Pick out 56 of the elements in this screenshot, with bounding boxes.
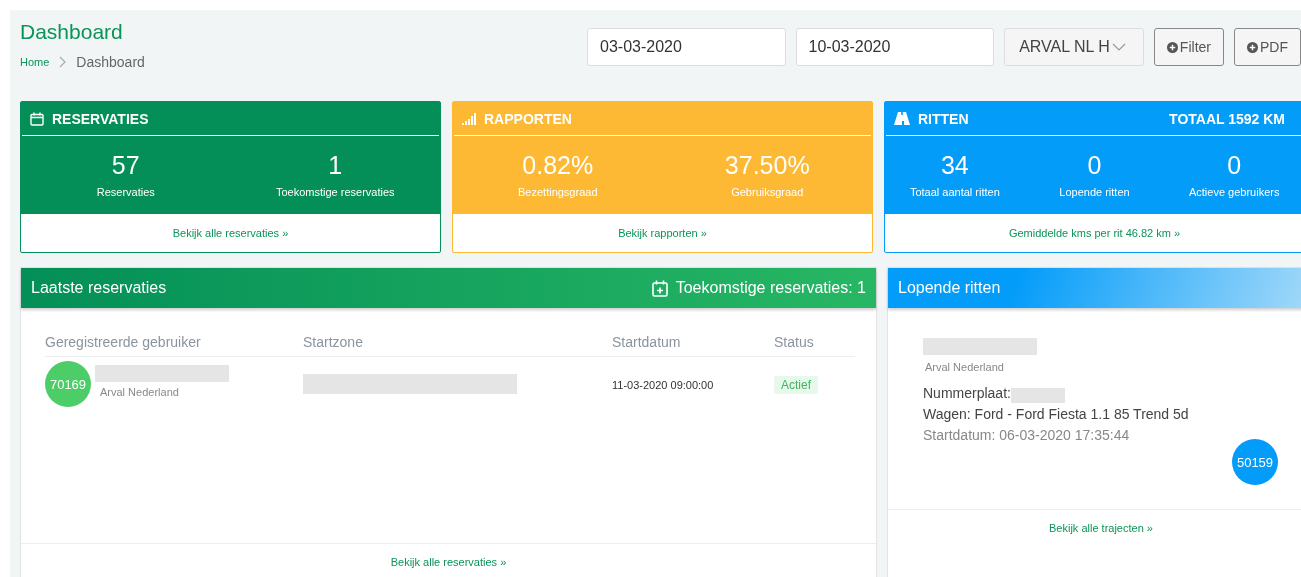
card-total: TOTAAL 1592 KM [1169, 110, 1286, 127]
view-link[interactable]: Bekijk alle reservaties » [390, 556, 507, 577]
column-header: Geregistreerde gebruiker [45, 328, 303, 357]
status-badge: Actief [774, 376, 818, 394]
stat-label: Bezettingsgraad [518, 186, 598, 198]
road-icon [894, 112, 910, 125]
car-model: Wagen: Ford - Ford Fiesta 1.1 85 Trend 5d [923, 406, 1190, 422]
breadcrumb-item[interactable]: Home [20, 56, 50, 68]
redacted-bar [1010, 388, 1065, 403]
future-reservations-count: Toekomstige reservaties: 1 [675, 279, 866, 297]
signal-icon [462, 112, 476, 125]
card-title: RAPPORTEN [484, 110, 572, 127]
stat-label: Gebruiksgraad [731, 186, 804, 198]
view-link[interactable]: Bekijk alle reservaties » [172, 227, 289, 239]
filter-button[interactable]: Filter [1153, 28, 1224, 66]
end-date-field[interactable]: 10-03-2020 [795, 28, 995, 66]
view-link[interactable]: Bekijk rapporten » [618, 227, 707, 239]
company-select[interactable]: ARVAL NL H [1004, 28, 1144, 66]
stat-value: 34 [940, 151, 969, 180]
column-header: Startdatum [612, 328, 774, 357]
view-link[interactable]: Bekijk alle trajecten » [1049, 522, 1153, 577]
table-cell: 11-03-2020 09:00:00 [612, 379, 714, 391]
stat-label: Toekomstige reservaties [275, 186, 395, 198]
stat-value: 0.82% [522, 151, 594, 180]
trip-badge: 50159 [1232, 439, 1278, 485]
stat-label: Reservaties [96, 186, 155, 198]
caret-icon [1111, 43, 1126, 51]
panel-title: Laatste reservaties [31, 279, 167, 297]
company-name: Arval Nederland [99, 386, 180, 398]
plate-label: Nummerplaat: [923, 385, 1011, 401]
stat-label: Totaal aantal ritten [909, 186, 1000, 198]
card-title: RITTEN [918, 110, 969, 127]
stat-value: 0 [1227, 151, 1242, 180]
plus-icon [1247, 41, 1258, 53]
breadcrumb-item: Dashboard [76, 54, 145, 70]
panel-title: Lopende ritten [898, 279, 1001, 297]
company-name: Arval Nederland [924, 361, 1005, 373]
pdf-button[interactable]: PDF [1234, 28, 1301, 66]
stat-value: 37.50% [724, 151, 810, 180]
calendar-plus-icon [651, 279, 668, 297]
column-header: Status [774, 328, 855, 357]
page-title: Dashboard [20, 20, 124, 44]
stat-value: 57 [111, 151, 140, 180]
view-link[interactable]: Gemiddelde kms per rit 46.82 km » [1008, 227, 1181, 239]
user-avatar: 70169 [45, 361, 91, 407]
calendar-icon [30, 111, 44, 126]
start-date-field[interactable]: 03-03-2020 [587, 28, 786, 66]
card-title: RESERVATIES [52, 110, 149, 127]
chevron-icon [59, 56, 67, 68]
stat-label: Actieve gebruikers [1188, 186, 1280, 198]
plus-icon [1166, 41, 1178, 53]
column-header: Startzone [303, 328, 612, 357]
stat-value: 0 [1087, 151, 1102, 180]
stat-value: 1 [328, 151, 343, 180]
stat-label: Lopende ritten [1059, 186, 1130, 198]
start-date: Startdatum: 06-03-2020 17:35:44 [923, 427, 1130, 443]
